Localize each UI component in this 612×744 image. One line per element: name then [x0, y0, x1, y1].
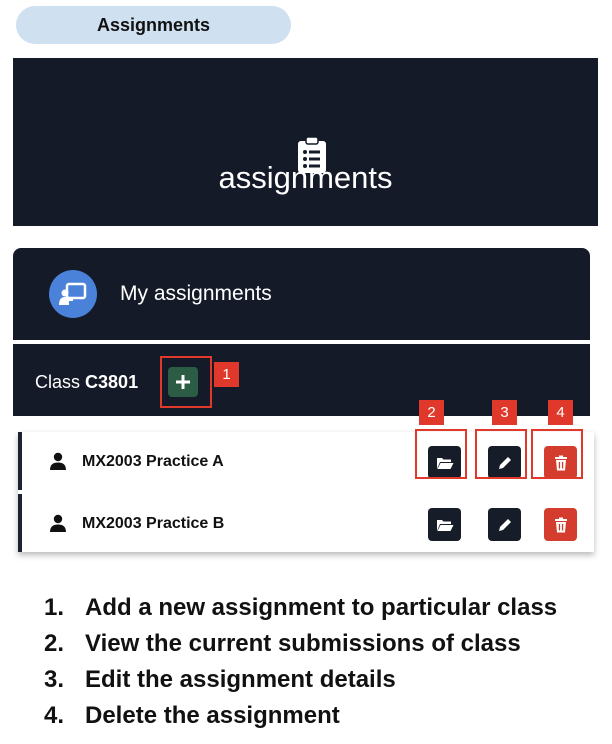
section-tab-label: Assignments: [96, 14, 211, 35]
hero-banner: [13, 58, 598, 226]
view-submissions-button[interactable]: [428, 508, 461, 541]
pencil-icon: [498, 518, 511, 531]
callout-tag-3: 3: [492, 400, 517, 425]
class-label: Class C3801: [35, 372, 138, 393]
list-item[interactable]: MX2003 Practice B: [18, 494, 594, 552]
legend-number: 1.: [44, 594, 65, 621]
my-assignments-title: My assignments: [120, 282, 272, 305]
section-tab[interactable]: Assignments: [16, 6, 291, 44]
edit-assignment-button[interactable]: [488, 508, 521, 541]
callout-box-1: [160, 356, 212, 408]
callout-tag-4: 4: [548, 400, 573, 425]
callout-tag-1: 1: [214, 362, 239, 387]
legend-text: Delete the assignment: [85, 702, 340, 729]
legend-item: 2. View the current submissions of class: [44, 626, 557, 662]
legend-item: 1. Add a new assignment to particular cla…: [44, 590, 557, 626]
legend-text: Add a new assignment to particular class: [85, 594, 558, 621]
legend-number: 2.: [44, 630, 65, 657]
legend-text: Edit the assignment details: [85, 666, 396, 693]
assignment-name: MX2003 Practice B: [82, 515, 225, 532]
legend-list: 1. Add a new assignment to particular cla…: [44, 590, 557, 734]
hero-title: assignments: [218, 160, 393, 195]
trash-icon: [554, 517, 567, 532]
class-code: C3801: [85, 372, 139, 392]
class-prefix: Class: [35, 372, 81, 392]
user-icon: [49, 514, 67, 537]
my-assignments-header: My assignments: [13, 248, 590, 340]
legend-number: 3.: [44, 666, 65, 693]
folder-open-icon: [436, 519, 453, 531]
delete-assignment-button[interactable]: [544, 508, 577, 541]
user-icon: [49, 452, 67, 475]
callout-box-4: [531, 429, 583, 479]
legend-item: 3. Edit the assignment details: [44, 662, 557, 698]
callout-box-2: [415, 429, 467, 479]
callout-box-3: [475, 429, 527, 479]
teacher-board-icon: [49, 270, 97, 318]
legend-item: 4. Delete the assignment: [44, 698, 557, 734]
callout-tag-2: 2: [419, 400, 444, 425]
legend-number: 4.: [44, 702, 65, 729]
legend-text: View the current submissions of class: [85, 630, 521, 657]
assignment-name: MX2003 Practice A: [82, 453, 224, 470]
